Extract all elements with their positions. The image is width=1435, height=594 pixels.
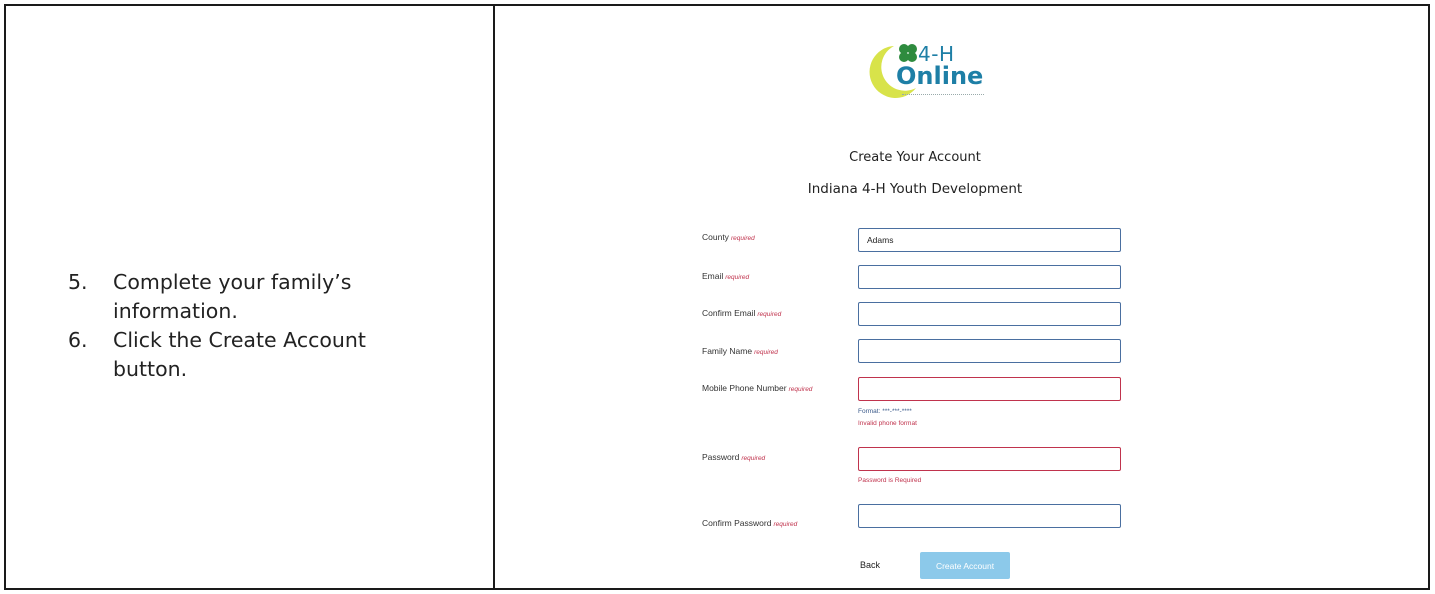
step-number: 5. — [68, 270, 88, 294]
required-marker: required — [725, 274, 750, 281]
family-name-label: Family Name required — [702, 346, 778, 356]
required-marker: required — [788, 386, 813, 393]
phone-error-message: Invalid phone format — [858, 420, 917, 427]
step-text: Complete your family’s information. — [113, 270, 352, 323]
confirm-password-label: Confirm Password required — [702, 518, 798, 528]
county-label: County required — [702, 232, 755, 242]
document-table: 5. Complete your family’s information. 6… — [4, 4, 1430, 590]
required-marker: required — [741, 455, 766, 462]
family-name-field[interactable] — [858, 339, 1121, 363]
screenshot-cell: 4-H Online Create Your Account Indiana 4… — [495, 6, 1428, 588]
confirm-email-field[interactable] — [858, 302, 1121, 326]
password-field[interactable] — [858, 447, 1121, 471]
required-marker: required — [730, 235, 755, 242]
required-marker: required — [757, 311, 782, 318]
step-text: Click the Create Account button. — [113, 328, 366, 381]
confirm-email-label: Confirm Email required — [702, 308, 782, 318]
instruction-step-5: 5. Complete your family’s information. — [64, 268, 394, 326]
email-field[interactable] — [858, 265, 1121, 289]
instruction-list: 5. Complete your family’s information. 6… — [64, 268, 394, 384]
password-label: Password required — [702, 452, 766, 462]
password-error-message: Password is Required — [858, 477, 922, 484]
form-title: Create Your Account — [849, 150, 981, 165]
clover-icon — [899, 44, 917, 62]
required-marker: required — [773, 521, 798, 528]
create-account-button[interactable]: Create Account — [920, 552, 1010, 579]
back-button[interactable]: Back — [860, 560, 880, 570]
phone-format-hint: Format: ***-***-**** — [858, 408, 912, 415]
mobile-phone-field[interactable] — [858, 377, 1121, 401]
logo-tagline — [902, 94, 984, 97]
form-subtitle: Indiana 4-H Youth Development — [807, 181, 1023, 197]
required-marker: required — [754, 349, 778, 356]
logo-text-online: Online — [896, 62, 984, 90]
step-number: 6. — [68, 328, 88, 352]
4h-online-logo: 4-H Online — [860, 36, 990, 106]
email-label: Email required — [702, 271, 750, 281]
county-field[interactable] — [858, 228, 1121, 252]
confirm-password-field[interactable] — [858, 504, 1121, 528]
mobile-phone-label: Mobile Phone Number required — [702, 383, 813, 393]
instructions-cell: 5. Complete your family’s information. 6… — [6, 6, 495, 588]
instruction-step-6: 6. Click the Create Account button. — [64, 326, 394, 384]
